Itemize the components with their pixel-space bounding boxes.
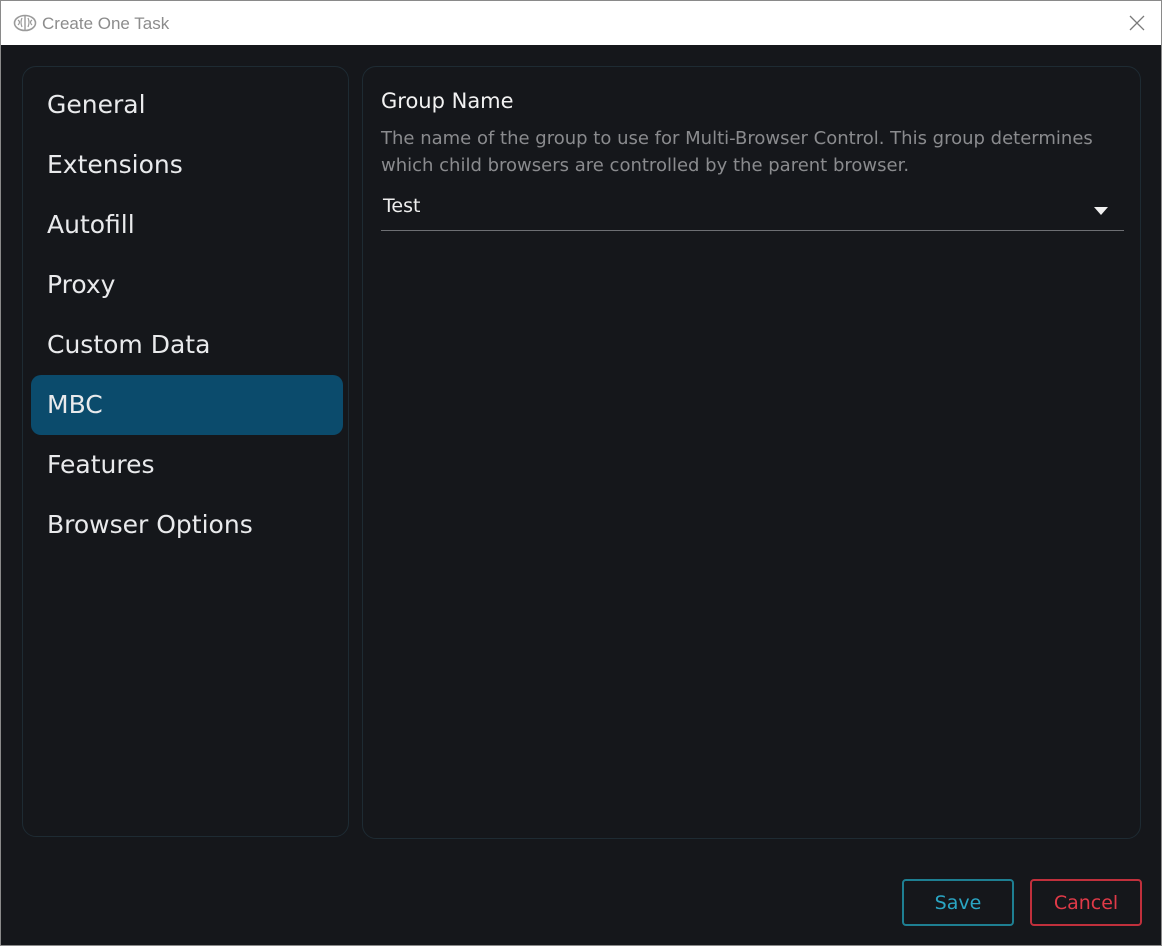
caret-down-icon: [1093, 201, 1109, 215]
sidebar-item-label: MBC: [47, 390, 103, 419]
sidebar-item-browser-options[interactable]: Browser Options: [31, 495, 343, 555]
sidebar-item-autofill[interactable]: Autofill: [31, 195, 343, 255]
close-button[interactable]: [1113, 1, 1161, 45]
dialog-content: General Extensions Autofill Proxy Custom…: [1, 45, 1161, 945]
sidebar-item-features[interactable]: Features: [31, 435, 343, 495]
close-icon: [1129, 15, 1145, 31]
sidebar-item-label: Extensions: [47, 150, 183, 179]
sidebar-item-label: Features: [47, 450, 155, 479]
sidebar-item-custom-data[interactable]: Custom Data: [31, 315, 343, 375]
title-bar[interactable]: Create One Task: [1, 1, 1161, 45]
sidebar-item-extensions[interactable]: Extensions: [31, 135, 343, 195]
group-name-select[interactable]: Test: [381, 193, 1124, 231]
sidebar-item-proxy[interactable]: Proxy: [31, 255, 343, 315]
sidebar-item-general[interactable]: General: [31, 75, 343, 135]
sidebar-nav: General Extensions Autofill Proxy Custom…: [22, 66, 349, 837]
select-value: Test: [383, 195, 421, 217]
sidebar-item-label: Browser Options: [47, 510, 253, 539]
sidebar-item-label: Autofill: [47, 210, 135, 239]
group-name-title: Group Name: [381, 89, 514, 113]
save-button[interactable]: Save: [902, 879, 1014, 926]
sidebar-item-label: Proxy: [47, 270, 116, 299]
window-title: Create One Task: [42, 14, 170, 33]
cancel-button[interactable]: Cancel: [1030, 879, 1142, 926]
sidebar-item-label: Custom Data: [47, 330, 211, 359]
brain-icon: [13, 13, 37, 33]
dialog-window: Create One Task General Extensions Autof…: [0, 0, 1162, 946]
sidebar-item-mbc[interactable]: MBC: [31, 375, 343, 435]
sidebar-item-label: General: [47, 90, 146, 119]
group-name-description: The name of the group to use for Multi-B…: [381, 128, 1093, 176]
settings-panel: Group Name The name of the group to use …: [362, 66, 1141, 839]
